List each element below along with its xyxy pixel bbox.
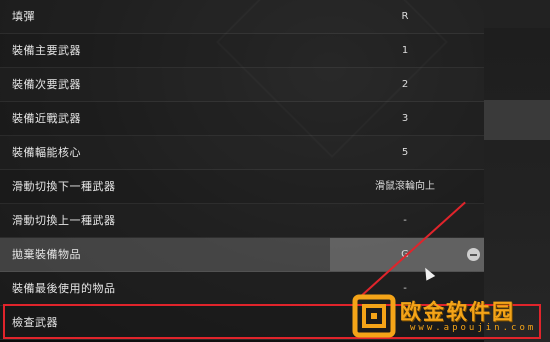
action-label: 裝備輻能核心	[12, 146, 81, 159]
action-label: 滑動切換上一種武器	[12, 214, 116, 227]
right-side-panel	[484, 0, 550, 342]
keybinding-row-next-weapon[interactable]: 滑動切換下一種武器 滑鼠滾輪向上	[0, 170, 484, 204]
panel-block	[484, 100, 550, 140]
keybinding-row-reload[interactable]: 填彈 R	[0, 0, 484, 34]
watermark: 欧金软件园 www.apoujin.com	[352, 292, 542, 340]
key-binding-button[interactable]: R	[330, 0, 480, 33]
watermark-logo-icon	[352, 294, 396, 338]
watermark-url: www.apoujin.com	[410, 323, 537, 333]
remove-binding-icon[interactable]	[467, 248, 480, 261]
keybinding-list: 填彈 R 裝備主要武器 1 裝備次要武器 2 裝備近戰武器 3 裝備輻能核心 5…	[0, 0, 484, 340]
keybinding-settings-screen: 填彈 R 裝備主要武器 1 裝備次要武器 2 裝備近戰武器 3 裝備輻能核心 5…	[0, 0, 550, 342]
keybinding-row-previous-weapon[interactable]: 滑動切換上一種武器 -	[0, 204, 484, 238]
keybinding-row-radiant-core[interactable]: 裝備輻能核心 5	[0, 136, 484, 170]
keybinding-row-drop-item[interactable]: 拋棄裝備物品 G	[0, 238, 484, 272]
action-label: 拋棄裝備物品	[12, 248, 81, 261]
key-binding-button[interactable]: 滑鼠滾輪向上	[330, 170, 480, 203]
action-label: 裝備主要武器	[12, 44, 81, 57]
keybinding-row-melee-weapon[interactable]: 裝備近戰武器 3	[0, 102, 484, 136]
key-binding-button[interactable]: 5	[330, 136, 480, 169]
keybinding-row-primary-weapon[interactable]: 裝備主要武器 1	[0, 34, 484, 68]
action-label: 裝備近戰武器	[12, 112, 81, 125]
key-binding-button[interactable]: 2	[330, 68, 480, 101]
key-binding-button[interactable]: 1	[330, 34, 480, 67]
keybinding-row-secondary-weapon[interactable]: 裝備次要武器 2	[0, 68, 484, 102]
action-label: 滑動切換下一種武器	[12, 180, 116, 193]
action-label: 裝備最後使用的物品	[12, 282, 116, 295]
key-binding-button[interactable]: 3	[330, 102, 480, 135]
panel-block-top	[484, 0, 550, 28]
action-label: 裝備次要武器	[12, 78, 81, 91]
action-label: 填彈	[12, 10, 35, 23]
watermark-title: 欧金软件园	[400, 300, 515, 324]
